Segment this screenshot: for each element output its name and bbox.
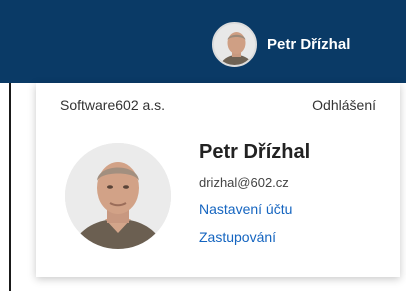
user-avatar-small xyxy=(212,21,257,67)
left-divider xyxy=(9,83,11,291)
top-header-bar: Petr Dřízhal xyxy=(0,0,406,83)
user-avatar-large xyxy=(65,143,171,249)
user-photo-icon xyxy=(65,143,171,249)
company-name: Software602 a.s. xyxy=(60,97,166,113)
user-email: drizhal@602.cz xyxy=(199,175,289,190)
account-dropdown-panel: Software602 a.s. Odhlášení Petr Dřízhal … xyxy=(36,83,400,277)
user-menu-button[interactable]: Petr Dřízhal xyxy=(212,19,350,69)
logout-link[interactable]: Odhlášení xyxy=(312,97,376,113)
delegation-link[interactable]: Zastupování xyxy=(199,229,276,245)
header-user-name: Petr Dřízhal xyxy=(267,35,351,53)
user-full-name: Petr Dřízhal xyxy=(199,141,311,163)
account-settings-link[interactable]: Nastavení účtu xyxy=(199,201,292,217)
user-photo-icon xyxy=(214,23,255,65)
